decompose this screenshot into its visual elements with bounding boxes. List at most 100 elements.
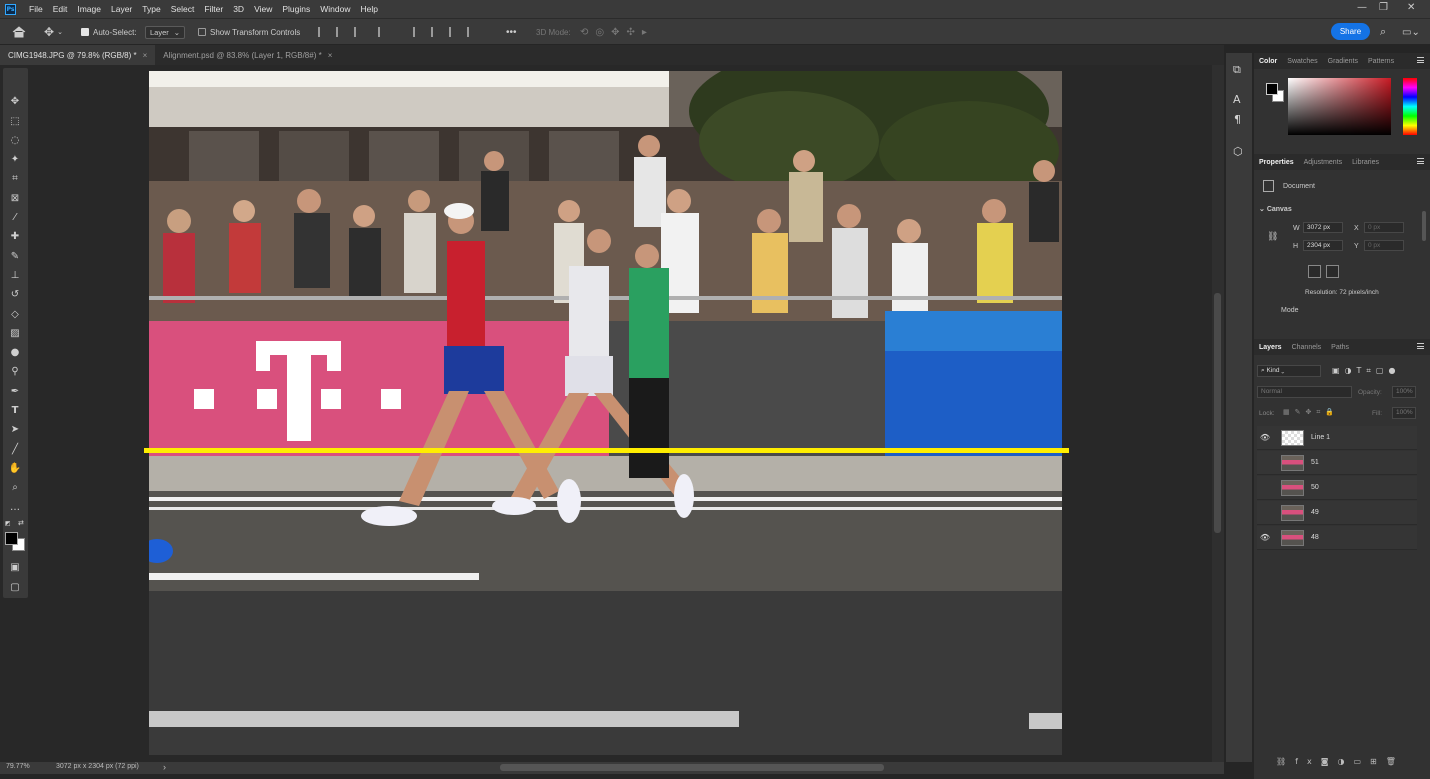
history-panel-icon[interactable]: ⧉ <box>1233 63 1241 77</box>
menu-view[interactable]: View <box>249 4 277 14</box>
visibility-eye-icon[interactable]: 👁 <box>1257 533 1273 542</box>
align-top-icon[interactable] <box>413 27 421 37</box>
distribute-vertical-icon[interactable] <box>467 27 475 37</box>
menu-plugins[interactable]: Plugins <box>277 4 315 14</box>
layer-name[interactable]: 48 <box>1311 534 1319 541</box>
foreground-color-chip[interactable] <box>1266 83 1278 95</box>
y-field[interactable]: 0 px <box>1364 240 1404 251</box>
frame-tool-icon[interactable]: ⊠ <box>8 191 22 205</box>
align-left-icon[interactable] <box>318 27 326 37</box>
auto-select-target-dropdown[interactable]: Layer ⌄ <box>145 19 185 45</box>
layer-name[interactable]: Line 1 <box>1311 434 1330 441</box>
history-brush-icon[interactable]: ↺ <box>8 287 22 301</box>
tab-cimg1948[interactable]: CIMG1948.JPG @ 79.8% (RGB/8) * × <box>0 45 156 65</box>
dodge-tool-icon[interactable]: ⚲ <box>8 364 22 378</box>
color-picker-field[interactable] <box>1288 78 1391 135</box>
eraser-icon[interactable]: ◇ <box>8 307 22 321</box>
eyedropper-icon[interactable]: ⁄ <box>8 210 22 224</box>
layer-filter-icons[interactable]: ▣◑T⌗▢● <box>1332 366 1400 376</box>
tab-color[interactable]: Color <box>1254 58 1282 65</box>
menu-image[interactable]: Image <box>72 4 106 14</box>
layer-filter-dropdown[interactable]: ⌕ Kind ⌄ <box>1257 365 1321 377</box>
3d-panel-icon[interactable]: ⬡ <box>1233 145 1243 158</box>
visibility-eye-icon[interactable]: 👁 <box>1257 433 1273 442</box>
show-transform-checkbox[interactable]: Show Transform Controls <box>198 19 300 45</box>
menu-3d[interactable]: 3D <box>228 4 249 14</box>
blend-mode-dropdown[interactable]: Normal <box>1257 386 1352 398</box>
layer-row-51[interactable]: 51 <box>1257 451 1417 475</box>
menu-help[interactable]: Help <box>355 4 382 14</box>
distribute-icon[interactable] <box>378 27 386 37</box>
edit-toolbar-icon[interactable]: … <box>8 500 22 514</box>
align-right-icon[interactable] <box>354 27 362 37</box>
opacity-field[interactable]: 100% <box>1392 386 1416 398</box>
hue-slider[interactable] <box>1403 78 1417 135</box>
stamp-tool-icon[interactable]: ⊥ <box>8 268 22 282</box>
screen-mode-icon[interactable]: ▢ <box>8 580 22 594</box>
swap-colors-icon[interactable]: ⇄ <box>18 519 24 527</box>
lock-icons[interactable]: ▦✎✥⌗🔒 <box>1283 408 1339 417</box>
color-panel-menu-icon[interactable] <box>1417 57 1424 63</box>
tab-properties[interactable]: Properties <box>1254 159 1299 166</box>
zoom-level[interactable]: 79.77% <box>6 763 30 770</box>
gradient-tool-icon[interactable]: ▨ <box>8 326 22 340</box>
portrait-orientation-icon[interactable] <box>1308 265 1321 278</box>
menu-select[interactable]: Select <box>166 4 200 14</box>
auto-select-checkbox[interactable]: Auto-Select: <box>81 19 137 45</box>
horizontal-scrollbar-thumb[interactable] <box>500 764 884 771</box>
pen-tool-icon[interactable]: ✒ <box>8 384 22 398</box>
move-tool-icon[interactable]: ✥ ⌄ <box>44 19 63 45</box>
menu-filter[interactable]: Filter <box>199 4 228 14</box>
align-center-icon[interactable] <box>336 27 344 37</box>
line-tool-icon[interactable]: ╱ <box>8 442 22 456</box>
foreground-color-swatch[interactable] <box>5 532 18 545</box>
link-icon[interactable]: ⛓ <box>1267 231 1278 242</box>
character-panel-icon[interactable]: A <box>1233 93 1241 106</box>
properties-scrollbar[interactable] <box>1422 211 1426 241</box>
tab-swatches[interactable]: Swatches <box>1282 58 1322 65</box>
x-field[interactable]: 0 px <box>1364 222 1404 233</box>
layer-row-line-1[interactable]: 👁 Line 1 <box>1257 426 1417 450</box>
move-tool-icon[interactable]: ✥ <box>8 94 22 108</box>
tab-layers[interactable]: Layers <box>1254 344 1287 351</box>
tab-libraries[interactable]: Libraries <box>1347 159 1384 166</box>
canvas-section-header[interactable]: ⌄ Canvas <box>1259 205 1292 213</box>
close-window-icon[interactable]: ✕ <box>1407 2 1415 13</box>
layer-row-48[interactable]: 👁 48 <box>1257 526 1417 550</box>
tab-patterns[interactable]: Patterns <box>1363 58 1399 65</box>
path-selection-icon[interactable]: ➤ <box>8 422 22 436</box>
crop-tool-icon[interactable]: ⌗ <box>8 171 22 185</box>
more-options-icon[interactable]: ••• <box>506 19 517 45</box>
align-bottom-icon[interactable] <box>449 27 457 37</box>
layer-row-50[interactable]: 50 <box>1257 476 1417 500</box>
properties-panel-menu-icon[interactable] <box>1417 158 1424 164</box>
paragraph-panel-icon[interactable]: ¶ <box>1234 113 1241 126</box>
minimize-icon[interactable]: — <box>1357 2 1367 13</box>
menu-layer[interactable]: Layer <box>106 4 137 14</box>
status-arrow-icon[interactable]: › <box>163 762 166 772</box>
quick-mask-icon[interactable]: ▣ <box>8 560 22 574</box>
lasso-tool-icon[interactable]: ◌ <box>8 133 22 147</box>
layer-name[interactable]: 50 <box>1311 484 1319 491</box>
layers-panel-menu-icon[interactable] <box>1417 343 1424 349</box>
hand-tool-icon[interactable]: ✋ <box>8 461 22 475</box>
tab-gradients[interactable]: Gradients <box>1323 58 1363 65</box>
menu-edit[interactable]: Edit <box>48 4 73 14</box>
restore-icon[interactable]: ❐ <box>1379 2 1388 13</box>
align-middle-icon[interactable] <box>431 27 439 37</box>
default-colors-icon[interactable]: ◩ <box>5 520 13 528</box>
height-field[interactable]: 2304 px <box>1303 240 1343 251</box>
width-field[interactable]: 3072 px <box>1303 222 1343 233</box>
tab-channels[interactable]: Channels <box>1287 344 1327 351</box>
zoom-tool-icon[interactable]: ⌕ <box>8 480 22 494</box>
menu-file[interactable]: File <box>24 4 48 14</box>
tab-alignment[interactable]: Alignment.psd @ 83.8% (Layer 1, RGB/8#) … <box>155 45 340 65</box>
workspace-icon[interactable]: ▭⌄ <box>1402 19 1420 45</box>
magic-wand-icon[interactable]: ✦ <box>8 152 22 166</box>
tab-paths[interactable]: Paths <box>1326 344 1354 351</box>
layer-name[interactable]: 51 <box>1311 459 1319 466</box>
close-tab-icon[interactable]: × <box>328 51 333 60</box>
vertical-scrollbar[interactable] <box>1212 65 1224 762</box>
vertical-scrollbar-thumb[interactable] <box>1214 293 1221 533</box>
healing-brush-icon[interactable]: ✚ <box>8 229 22 243</box>
